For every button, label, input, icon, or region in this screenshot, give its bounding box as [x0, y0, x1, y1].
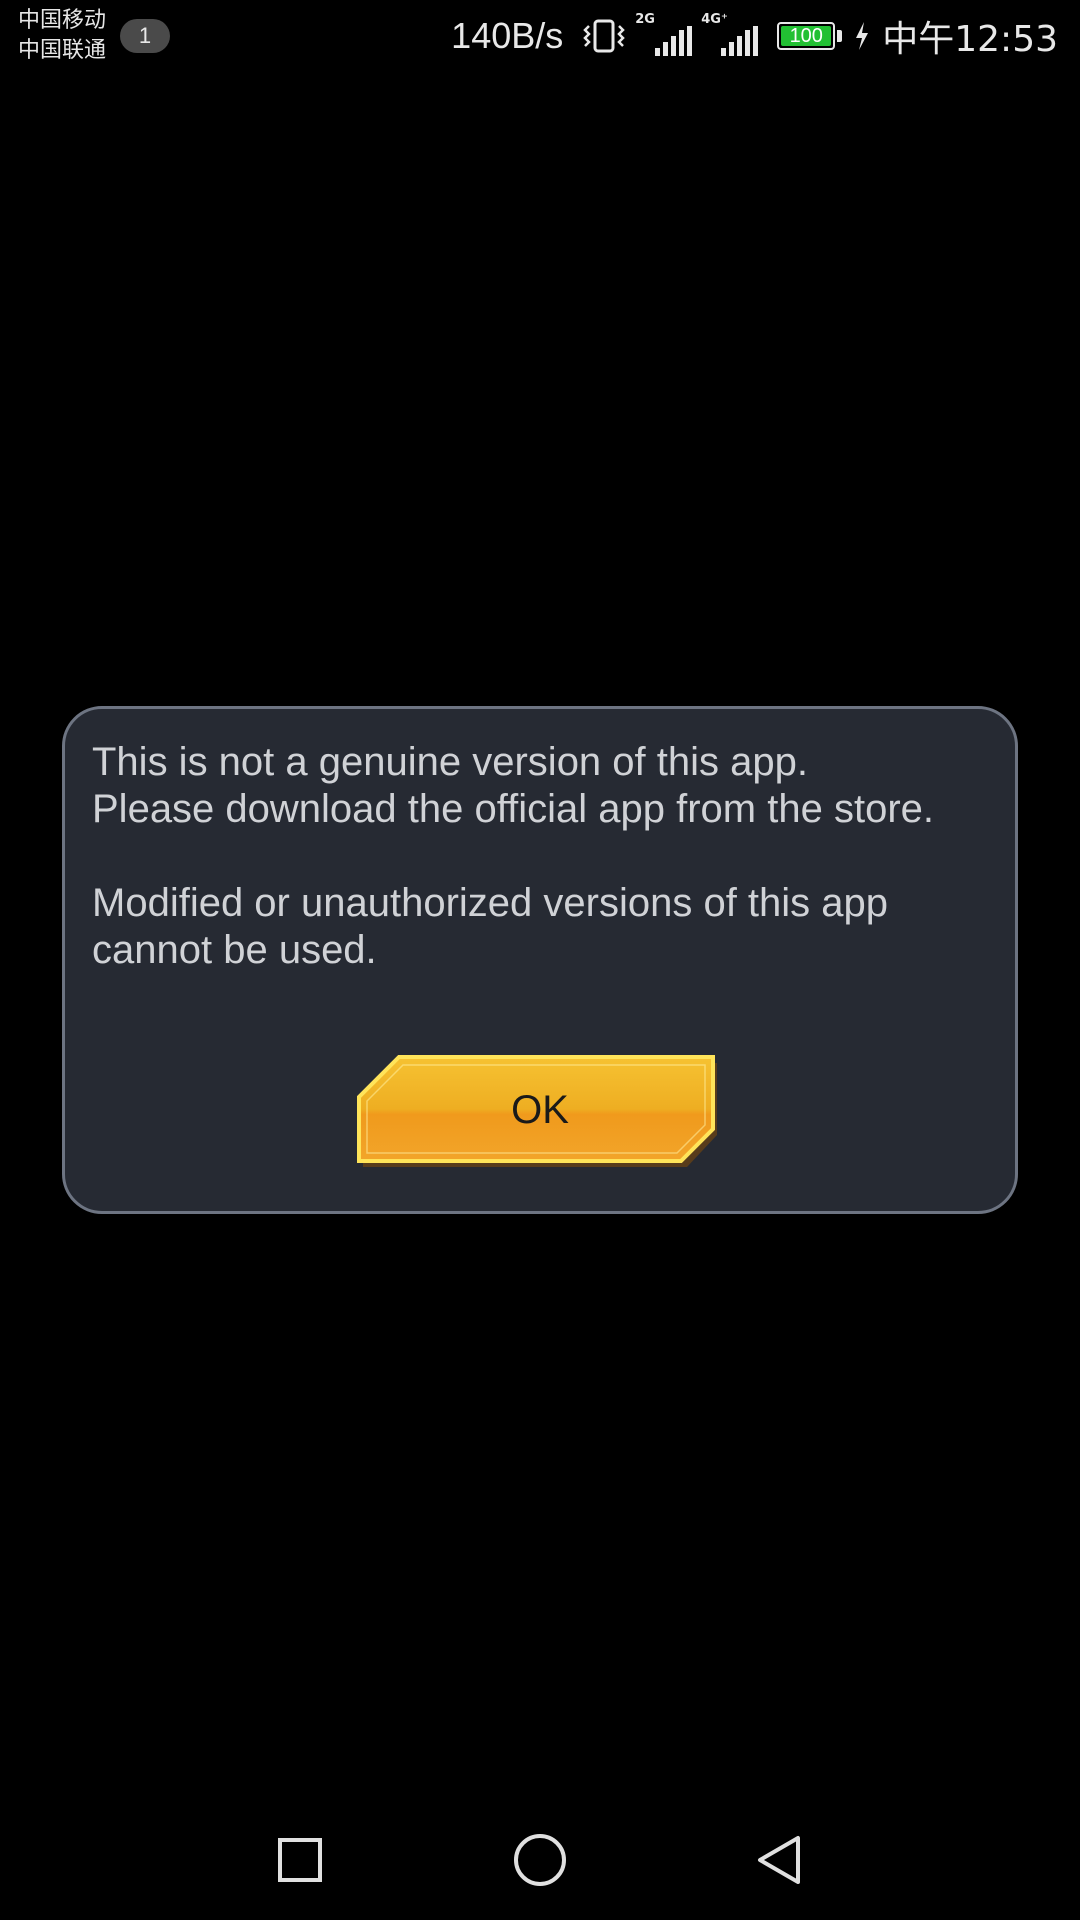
- ok-button-label: OK: [511, 1087, 569, 1132]
- back-button[interactable]: [740, 1820, 820, 1900]
- vibrate-icon: [583, 19, 626, 53]
- notification-badge: 1: [120, 19, 170, 53]
- recents-button[interactable]: [260, 1820, 340, 1900]
- warning-dialog: This is not a genuine version of this ap…: [62, 706, 1018, 1214]
- message-line-3: Modified or unauthorized versions of thi…: [92, 881, 889, 925]
- home-button[interactable]: [500, 1820, 580, 1900]
- recents-icon: [278, 1838, 322, 1882]
- status-indicators: 140B/s 2G 4G⁺ 100 中午12:53: [451, 12, 1058, 60]
- carrier-names: 中国移动 中国联通: [18, 6, 106, 66]
- signal-2g-icon: 2G: [635, 12, 693, 56]
- carrier-2: 中国联通: [18, 38, 107, 63]
- clock: 中午12:53: [882, 19, 1058, 60]
- signal-2g-label: 2G: [635, 12, 655, 27]
- dialog-message: This is not a genuine version of this ap…: [92, 739, 992, 974]
- message-line-1: This is not a genuine version of this ap…: [92, 740, 808, 784]
- ok-button[interactable]: OK: [355, 1053, 725, 1171]
- back-icon: [758, 1836, 800, 1884]
- signal-4g-icon: 4G⁺: [701, 12, 759, 56]
- network-speed: 140B/s: [451, 15, 564, 56]
- message-line-4: cannot be used.: [92, 928, 377, 972]
- message-line-2: Please download the official app from th…: [92, 787, 934, 831]
- navigation-bar: [0, 1790, 1080, 1920]
- battery-tip: [837, 30, 843, 42]
- battery-level: 100: [789, 25, 823, 47]
- message-paragraph-1: This is not a genuine version of this ap…: [92, 739, 992, 833]
- battery-icon: 100: [777, 22, 836, 50]
- message-paragraph-2: Modified or unauthorized versions of thi…: [92, 880, 992, 974]
- status-bar: 中国移动 中国联通 1 140B/s 2G 4G⁺ 100 中午12:53: [0, 0, 1080, 76]
- carrier-1: 中国移动: [18, 8, 107, 33]
- home-icon: [514, 1834, 566, 1886]
- charging-icon: [856, 22, 869, 50]
- signal-4g-label: 4G⁺: [701, 12, 728, 27]
